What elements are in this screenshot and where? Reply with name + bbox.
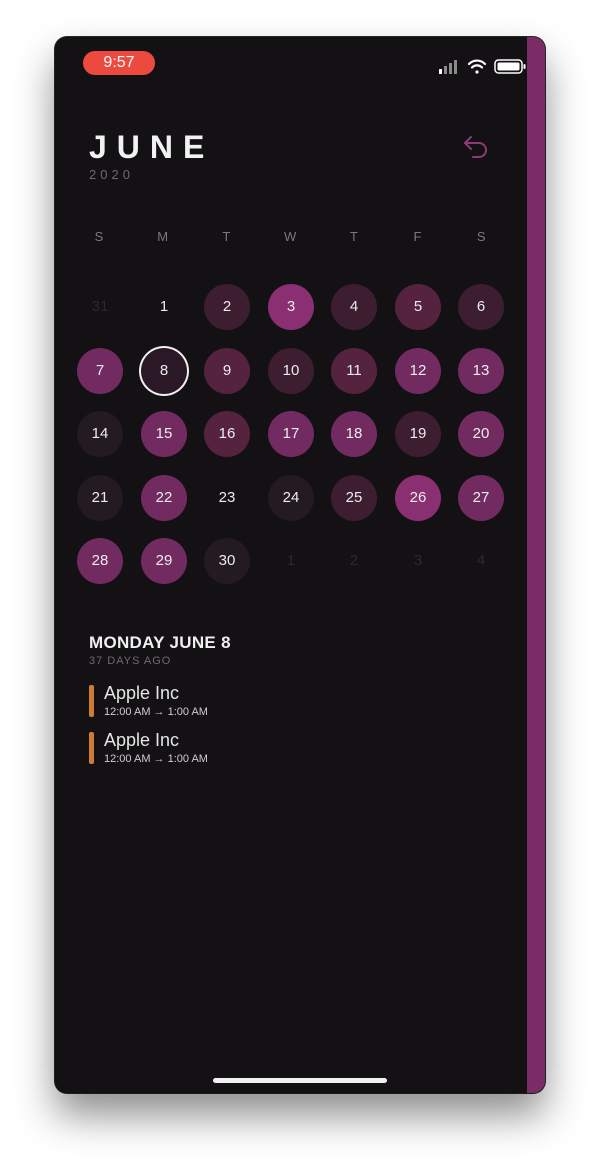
calendar-day[interactable]: 2 bbox=[204, 284, 250, 330]
calendar-day[interactable]: 17 bbox=[268, 411, 314, 457]
event-item[interactable]: Apple Inc 12:00 AM → 1:00 AM bbox=[89, 683, 389, 721]
calendar-day[interactable]: 27 bbox=[458, 475, 504, 521]
calendar-day[interactable]: 23 bbox=[204, 475, 250, 521]
calendar-day[interactable]: 29 bbox=[141, 538, 187, 584]
calendar-day[interactable]: 16 bbox=[204, 411, 250, 457]
calendar-day[interactable]: 6 bbox=[458, 284, 504, 330]
calendar-day[interactable]: 21 bbox=[77, 475, 123, 521]
calendar-day[interactable]: 15 bbox=[141, 411, 187, 457]
calendar-day[interactable]: 30 bbox=[204, 538, 250, 584]
calendar-day: 3 bbox=[413, 552, 423, 569]
calendar-day[interactable]: 19 bbox=[395, 411, 441, 457]
calendar-day[interactable]: 18 bbox=[331, 411, 377, 457]
event-time: 12:00 AM → 1:00 AM bbox=[104, 753, 208, 765]
calendar-day[interactable]: 26 bbox=[395, 475, 441, 521]
calendar-day[interactable]: 3 bbox=[268, 284, 314, 330]
calendar-day[interactable]: 8 bbox=[141, 348, 187, 394]
calendar-day[interactable]: 5 bbox=[395, 284, 441, 330]
calendar-day[interactable]: 9 bbox=[204, 348, 250, 394]
calendar-day[interactable]: 10 bbox=[268, 348, 314, 394]
calendar-day[interactable]: 4 bbox=[331, 284, 377, 330]
calendar-grid: 31 1 2 3 4 5 6 7 8 9 10 11 12 13 14 15 16 17 18 19 20 21 22 23 2… bbox=[55, 37, 545, 637]
calendar-day[interactable]: 14 bbox=[77, 411, 123, 457]
calendar-day[interactable]: 25 bbox=[331, 475, 377, 521]
phone-screen: 9:57 JUNE 2020 SMTWTFS 31 1 2 3 4 5 6 7 8 9 10 11 12… bbox=[55, 37, 545, 1093]
home-indicator[interactable] bbox=[213, 1078, 387, 1083]
calendar-day: 4 bbox=[476, 552, 486, 569]
calendar-day: 2 bbox=[349, 552, 359, 569]
calendar-day: 31 bbox=[91, 298, 109, 315]
event-color-bar bbox=[89, 732, 94, 764]
calendar-day[interactable]: 24 bbox=[268, 475, 314, 521]
selected-date-title: MONDAY JUNE 8 bbox=[89, 633, 231, 652]
calendar-day[interactable]: 12 bbox=[395, 348, 441, 394]
calendar-day: 1 bbox=[286, 552, 296, 569]
calendar-day[interactable]: 13 bbox=[458, 348, 504, 394]
event-title: Apple Inc bbox=[104, 730, 180, 750]
calendar-day[interactable]: 1 bbox=[141, 284, 187, 330]
calendar-day[interactable]: 11 bbox=[331, 348, 377, 394]
calendar-day[interactable]: 7 bbox=[77, 348, 123, 394]
calendar-day[interactable]: 22 bbox=[141, 475, 187, 521]
event-color-bar bbox=[89, 685, 94, 717]
event-item[interactable]: Apple Inc 12:00 AM → 1:00 AM bbox=[89, 730, 389, 768]
selected-date-relative: 37 DAYS AGO bbox=[89, 655, 172, 667]
event-title: Apple Inc bbox=[104, 683, 180, 703]
event-time: 12:00 AM → 1:00 AM bbox=[104, 706, 208, 718]
calendar-day[interactable]: 20 bbox=[458, 411, 504, 457]
calendar-day[interactable]: 28 bbox=[77, 538, 123, 584]
